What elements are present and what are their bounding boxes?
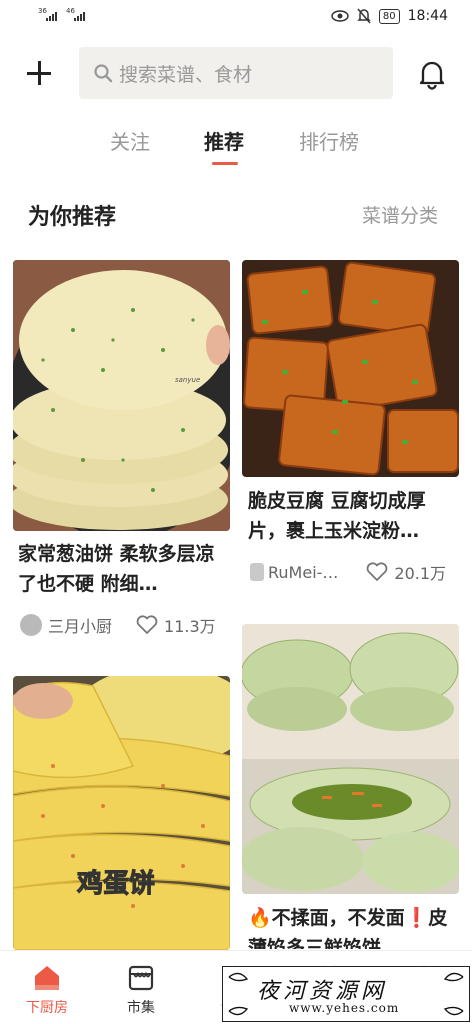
like-count: 11.3万 <box>164 617 216 636</box>
mute-bell-icon <box>357 8 371 24</box>
notification-bell-icon[interactable] <box>416 58 448 90</box>
search-icon <box>94 64 113 83</box>
recipe-image-scallion-pancake[interactable]: sanyue <box>13 260 230 531</box>
avatar[interactable] <box>250 563 264 581</box>
author-name[interactable]: 三月小厨 <box>48 613 112 637</box>
home-icon <box>35 966 59 990</box>
recipe-categories-link[interactable]: 菜谱分类 <box>362 201 438 228</box>
recipe-image-egg-pancake[interactable]: 鸡蛋饼 <box>13 676 230 950</box>
active-tab-indicator <box>212 162 238 165</box>
author-name[interactable]: RuMei-… <box>268 563 338 582</box>
tab-recommended[interactable]: 推荐 <box>204 126 244 155</box>
nav-label: 市集 <box>127 1000 155 1016</box>
tab-ranking[interactable]: 排行榜 <box>299 126 359 155</box>
heart-icon[interactable] <box>366 562 388 582</box>
clock: 18:44 <box>407 8 448 24</box>
eye-icon <box>331 10 349 22</box>
watermark-url: www.yehes.com <box>289 1001 400 1015</box>
recipe-meta: RuMei-… 20.1万 <box>250 560 446 584</box>
avatar[interactable] <box>20 614 42 636</box>
nav-label: 下厨房 <box>26 1000 68 1016</box>
recipe-title[interactable]: 🔥不揉面，不发面❗皮薄馅多三鲜馅饼 <box>248 903 460 949</box>
status-bar: 36 46 80 18:44 <box>0 0 472 36</box>
recipe-image-stuffed-pie[interactable] <box>242 624 459 894</box>
market-icon <box>128 965 154 991</box>
recipe-title[interactable]: 家常葱油饼 柔软多层凉了也不硬 附细… <box>18 539 230 599</box>
image-caption: 鸡蛋饼 <box>76 868 155 899</box>
recipe-image-crispy-tofu[interactable] <box>242 260 459 477</box>
nav-item-market[interactable]: 市集 <box>111 963 171 1017</box>
site-watermark: 夜河资源网 www.yehes.com <box>222 966 470 1022</box>
heart-icon[interactable] <box>136 615 158 635</box>
search-placeholder: 搜索菜谱、食材 <box>119 63 253 86</box>
section-title: 为你推荐 <box>28 205 117 230</box>
recipe-meta: 三月小厨 11.3万 <box>20 613 216 637</box>
battery-indicator: 80 <box>378 8 400 24</box>
image-watermark-text: sanyue <box>175 376 200 384</box>
tab-following[interactable]: 关注 <box>110 126 150 155</box>
search-bar[interactable]: 搜索菜谱、食材 <box>79 47 393 99</box>
recipe-title[interactable]: 脆皮豆腐 豆腐切成厚片，裹上玉米淀粉… <box>248 486 460 546</box>
nav-item-home[interactable]: 下厨房 <box>17 963 77 1017</box>
add-button[interactable] <box>24 58 54 88</box>
like-count: 20.1万 <box>394 564 447 583</box>
